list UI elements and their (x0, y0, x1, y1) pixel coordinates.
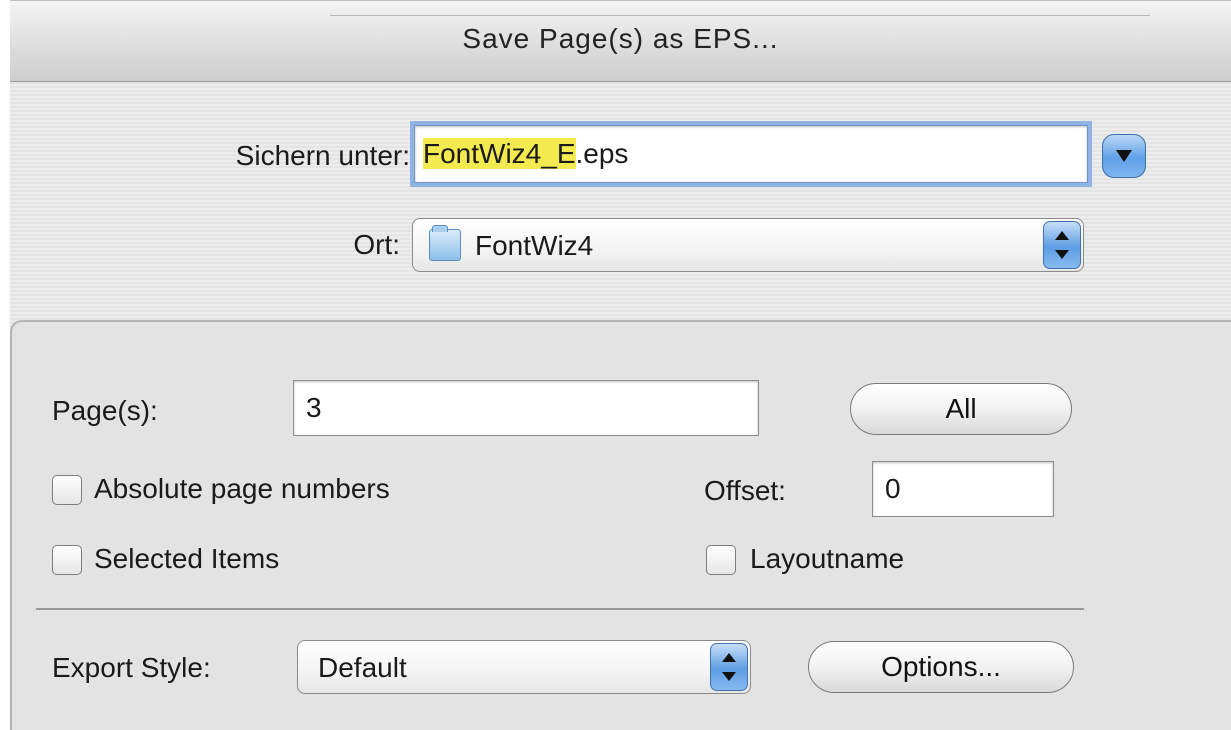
title-bar-edge (330, 1, 1150, 16)
separator (36, 608, 1084, 610)
selected-items-checkbox[interactable] (52, 545, 82, 575)
export-style-label: Export Style: (52, 652, 211, 683)
absolute-page-numbers-checkbox[interactable] (52, 475, 82, 505)
pages-value: 3 (306, 392, 322, 423)
selected-items-label: Selected Items (94, 543, 280, 574)
popup-arrows-icon (1043, 221, 1081, 269)
location-popup[interactable]: FontWiz4 (412, 218, 1084, 272)
all-button[interactable]: All (850, 383, 1072, 435)
offset-value: 0 (885, 473, 901, 504)
save-as-label: Sichern unter: (235, 140, 410, 171)
pages-field[interactable]: 3 (293, 380, 759, 436)
folder-icon (429, 225, 461, 261)
filename-selected-text: FontWiz4_E (423, 138, 576, 169)
filename-extension-text: .eps (575, 138, 629, 169)
offset-label: Offset: (704, 475, 786, 506)
offset-field[interactable]: 0 (872, 461, 1054, 517)
expand-dialog-button[interactable] (1102, 134, 1146, 178)
chevron-down-icon (1116, 150, 1132, 162)
export-style-value: Default (318, 652, 407, 683)
options-button[interactable]: Options... (808, 641, 1074, 693)
dialog-title: Save Page(s) as EPS... (462, 23, 779, 54)
location-value: FontWiz4 (475, 230, 594, 261)
filename-field[interactable]: FontWiz4_E.eps (414, 125, 1088, 183)
layoutname-checkbox[interactable] (706, 545, 736, 575)
absolute-page-numbers-label: Absolute page numbers (94, 473, 390, 504)
pages-label: Page(s): (52, 395, 158, 426)
location-label: Ort: (353, 229, 400, 260)
popup-arrows-icon (710, 643, 748, 691)
export-style-popup[interactable]: Default (297, 640, 751, 694)
save-eps-dialog: Save Page(s) as EPS... Sichern unter: Fo… (10, 0, 1231, 730)
title-bar: Save Page(s) as EPS... (10, 0, 1231, 82)
layoutname-label: Layoutname (750, 543, 905, 574)
